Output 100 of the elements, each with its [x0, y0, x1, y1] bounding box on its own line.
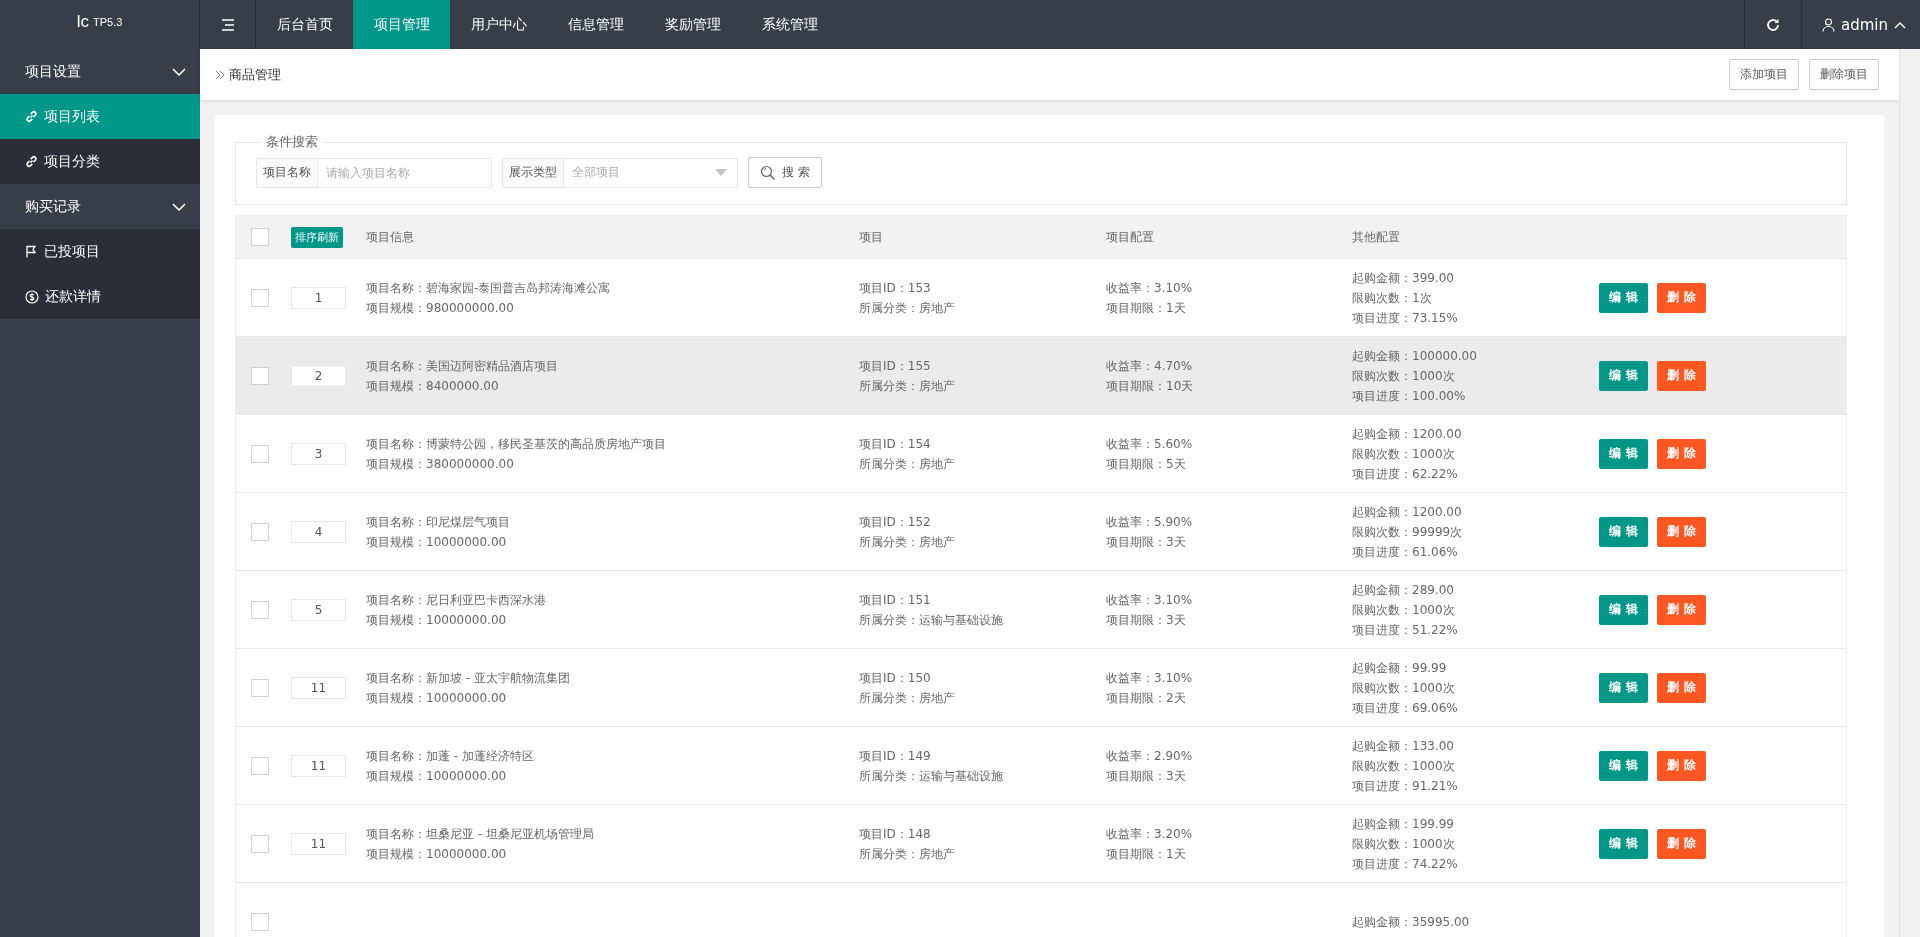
edit-button[interactable]: 编 辑	[1599, 750, 1648, 781]
checkbox[interactable]	[251, 288, 269, 307]
project-config-text: 收益率：3.10%	[1106, 669, 1194, 687]
other-config-text: 限购次数：1000次	[1352, 445, 1456, 463]
project-id-text: 所属分类：房地产	[859, 533, 956, 551]
nav-tab[interactable]: 信息管理	[547, 0, 644, 49]
project-info-text: 项目规模：10000000.00	[366, 533, 508, 551]
sort-input[interactable]: 11	[291, 832, 346, 855]
other-config-text: 限购次数：1000次	[1352, 367, 1456, 385]
action-button[interactable]: 删除项目	[1809, 59, 1879, 90]
sidebar-item[interactable]: 项目列表	[0, 94, 200, 139]
checkbox[interactable]	[251, 834, 269, 853]
project-config-text: 项目期限：5天	[1106, 455, 1187, 473]
other-config-text: 项目进度：100.00%	[1352, 387, 1467, 405]
checkbox[interactable]	[251, 678, 269, 697]
panel-legend: 条件搜索	[260, 133, 324, 151]
user-icon	[1822, 17, 1835, 32]
nav-tab[interactable]: 后台首页	[256, 0, 353, 49]
other-config-text: 限购次数：99999次	[1352, 523, 1464, 541]
other-config-text: 起购金额：35995.00	[1352, 913, 1471, 931]
dollar-icon	[25, 289, 39, 304]
column-header: 项目配置	[1106, 229, 1154, 244]
other-config-text: 限购次数：1000次	[1352, 835, 1456, 853]
project-config-text: 项目期限：1天	[1106, 299, 1187, 317]
checkbox[interactable]	[251, 756, 269, 775]
project-info-text: 项目名称：加蓬 - 加蓬经济特区	[366, 747, 535, 765]
other-config-text: 起购金额：99.99	[1352, 659, 1448, 677]
checkbox[interactable]	[251, 600, 269, 619]
sidebar-item[interactable]: 已投项目	[0, 229, 200, 274]
sort-input[interactable]: 11	[291, 754, 346, 777]
sort-input[interactable]: 3	[291, 442, 346, 465]
edit-button[interactable]: 编 辑	[1599, 282, 1648, 313]
project-config-text: 项目期限：3天	[1106, 611, 1187, 629]
project-config-text: 项目期限：10天	[1106, 377, 1195, 395]
project-info-text: 项目名称：坦桑尼亚 - 坦桑尼亚机场管理局	[366, 825, 595, 843]
project-info-text: 项目规模：10000000.00	[366, 689, 508, 707]
project-config-text: 项目期限：3天	[1106, 767, 1187, 785]
project-info-text: 项目名称：印尼煤层气项目	[366, 513, 511, 531]
nav-tab[interactable]: 用户中心	[450, 0, 547, 49]
project-id-text: 所属分类：房地产	[859, 299, 956, 317]
project-id-text: 所属分类：运输与基础设施	[859, 611, 1004, 629]
sort-input[interactable]: 1	[291, 286, 346, 309]
edit-button[interactable]: 编 辑	[1599, 594, 1648, 625]
project-info-text: 项目规模：380000000.00	[366, 455, 515, 473]
nav-tab[interactable]: 项目管理	[353, 0, 450, 49]
project-id-text: 项目ID：151	[859, 591, 932, 609]
edit-button[interactable]: 编 辑	[1599, 828, 1648, 859]
nav-tab[interactable]: 系统管理	[741, 0, 838, 49]
sidebar-item[interactable]: 还款详情	[0, 274, 200, 319]
project-info-text: 项目名称：博蒙特公园，移民圣基茨的高品质房地产项目	[366, 435, 667, 453]
nav-tab[interactable]: 奖励管理	[644, 0, 741, 49]
checkbox[interactable]	[251, 522, 269, 541]
sort-refresh-button[interactable]: 排序刷新	[291, 226, 343, 248]
chevron-icon	[172, 67, 186, 76]
other-config-text: 项目进度：73.15%	[1352, 309, 1459, 327]
edit-button[interactable]: 编 辑	[1599, 360, 1648, 391]
project-id-text: 项目ID：154	[859, 435, 932, 453]
column-header: 项目	[859, 229, 883, 244]
sort-input[interactable]: 4	[291, 520, 346, 543]
other-config-text: 限购次数：1次	[1352, 289, 1433, 307]
other-config-text: 限购次数：1000次	[1352, 757, 1456, 775]
column-header: 其他配置	[1352, 229, 1400, 244]
project-config-text: 项目期限：1天	[1106, 845, 1187, 863]
sort-input[interactable]: 5	[291, 598, 346, 621]
action-button[interactable]: 添加项目	[1729, 59, 1799, 90]
project-id-text: 项目ID：150	[859, 669, 932, 687]
project-id-text: 所属分类：房地产	[859, 845, 956, 863]
other-config-text: 项目进度：69.06%	[1352, 699, 1459, 717]
checkbox[interactable]	[251, 912, 269, 931]
checkbox[interactable]	[251, 228, 269, 246]
edit-button[interactable]: 编 辑	[1599, 438, 1648, 469]
sort-input[interactable]: 2	[291, 364, 346, 387]
other-config-text: 起购金额：1200.00	[1352, 425, 1463, 443]
breadcrumb[interactable]: 商品管理	[229, 65, 281, 84]
project-config-text: 收益率：3.10%	[1106, 591, 1194, 609]
project-info-text: 项目名称：美国迈阿密精品酒店项目	[366, 357, 559, 375]
select-field[interactable]: 展示类型 全部项目	[502, 157, 738, 188]
dropdown-arrow-icon	[715, 169, 727, 176]
edit-button[interactable]: 编 辑	[1599, 516, 1648, 547]
other-config-text: 起购金额：1200.00	[1352, 503, 1463, 521]
project-info-text: 项目名称：尼日利亚巴卡西深水港	[366, 591, 547, 609]
edit-button[interactable]: 编 辑	[1599, 672, 1648, 703]
project-info-text: 项目规模：10000000.00	[366, 845, 508, 863]
project-config-text: 收益率：4.70%	[1106, 357, 1194, 375]
chevron-icon	[172, 202, 186, 211]
project-config-text: 收益率：2.90%	[1106, 747, 1194, 765]
input-field[interactable]: 项目名称 请输入项目名称	[256, 157, 492, 188]
other-config-text: 限购次数：1000次	[1352, 601, 1456, 619]
sidebar-item[interactable]: 项目分类	[0, 139, 200, 184]
checkbox[interactable]	[251, 366, 269, 385]
project-id-text: 项目ID：155	[859, 357, 932, 375]
other-config-text: 项目进度：74.22%	[1352, 855, 1459, 873]
checkbox[interactable]	[251, 444, 269, 463]
link-icon	[25, 110, 38, 123]
sort-input[interactable]: 11	[291, 676, 346, 699]
other-config-text: 起购金额：133.00	[1352, 737, 1455, 755]
search-button[interactable]: 搜 索	[748, 157, 822, 188]
other-config-text: 起购金额：289.00	[1352, 581, 1455, 599]
project-config-text: 项目期限：3天	[1106, 533, 1187, 551]
other-config-text: 限购次数：1000次	[1352, 679, 1456, 697]
